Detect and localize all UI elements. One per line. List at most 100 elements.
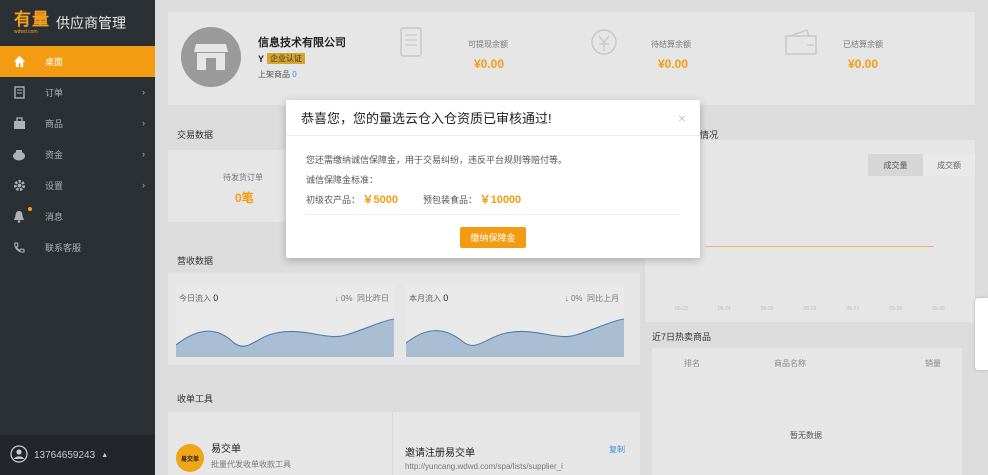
dialog-title: 恭喜您，您的量选云仓入仓资质已审核通过!	[286, 100, 700, 136]
user-phone: 13764659243	[34, 449, 96, 461]
divider	[392, 412, 393, 475]
month-wave	[406, 318, 624, 357]
sidebar: 有量 wdwd.com 供应商管理 桌面 订单 › 商品 › 资金 › 设置 ›…	[0, 0, 155, 475]
month-compare-label: 同比上月	[587, 294, 619, 303]
floating-side-tab[interactable]	[975, 298, 988, 370]
today-inflow: 今日流入 0	[179, 293, 218, 304]
sidebar-item-goods[interactable]: 商品 ›	[0, 108, 155, 139]
logo-text: 有量	[14, 10, 50, 29]
hot-goods-table: 排名 商品名称 销量 暂无数据	[652, 348, 962, 475]
verified-icon: Y	[258, 53, 265, 64]
date-tick: 05-26	[803, 306, 817, 312]
tab-amount[interactable]: 成交额	[923, 154, 975, 176]
tools-card: 易交单 易交单 批量代发收单收款工具 邀请注册易交单 复制 http://yun…	[168, 412, 640, 475]
chevron-right-icon: ›	[142, 180, 145, 190]
unread-dot	[28, 207, 32, 211]
date-axis: 05-23 05-24 05-25 05-26 05-27 05-28 05-2…	[675, 306, 945, 312]
balance-pending-label: 待结算余额	[651, 40, 691, 49]
sidebar-item-label: 资金	[45, 150, 64, 160]
logo-mark: 有量 wdwd.com	[14, 11, 50, 35]
revenue-section-title: 营收数据	[177, 256, 214, 266]
pay-deposit-button[interactable]: 缴纳保障金	[460, 227, 526, 248]
balance-withdrawable-value: ¥0.00	[474, 57, 505, 71]
phone-icon	[12, 241, 26, 255]
month-change: ↓ 0%	[564, 294, 583, 303]
dialog-body: 您还需缴纳诚信保障金，用于交易纠纷，违反平台规则等赔付等。 诚信保障金标准： 初…	[286, 136, 700, 210]
order-icon	[12, 86, 26, 100]
month-inflow: 本月流入 0	[409, 293, 448, 304]
today-compare-label: 同比昨日	[357, 294, 389, 303]
close-icon[interactable]: ×	[678, 110, 686, 126]
date-tick: 05-28	[889, 306, 903, 312]
money-icon	[12, 148, 26, 162]
date-tick: 05-24	[717, 306, 731, 312]
tab-volume[interactable]: 成交量	[868, 154, 923, 176]
sidebar-item-label: 订单	[45, 88, 64, 98]
sidebar-item-label: 设置	[45, 181, 64, 191]
sidebar-item-messages[interactable]: 消息	[0, 201, 155, 232]
trade-section-title: 交易数据	[177, 130, 214, 140]
pending-orders-value[interactable]: 0笔	[235, 189, 254, 206]
caret-up-icon: ▲	[101, 451, 109, 459]
sidebar-item-funds[interactable]: 资金 ›	[0, 139, 155, 170]
today-inflow-box: 今日流入 0 ↓ 0% 同比昨日	[176, 285, 394, 357]
user-menu[interactable]: 13764659243 ▲	[0, 435, 155, 475]
sidebar-item-label: 桌面	[45, 57, 64, 67]
sidebar-item-desktop[interactable]: 桌面	[0, 46, 155, 77]
logo[interactable]: 有量 wdwd.com 供应商管理	[0, 0, 155, 46]
yijiaodan-desc: 批量代发收单收款工具	[211, 460, 291, 469]
pending-orders-label[interactable]: 待发货订单	[223, 172, 263, 183]
cat1-price: ￥5000	[362, 194, 399, 206]
dialog-line-1: 您还需缴纳诚信保障金，用于交易纠纷，违反平台规则等赔付等。	[306, 155, 568, 165]
company-name: 信息技术有限公司	[258, 37, 346, 49]
col-sales: 销量	[925, 359, 941, 368]
chevron-right-icon: ›	[142, 87, 145, 97]
goods-count[interactable]: 上架商品 0	[258, 69, 297, 80]
home-icon	[12, 55, 26, 69]
deposit-standards: 初级农产品： ￥5000 预包装食品： ￥10000	[306, 190, 680, 210]
logo-sub: wdwd.com	[14, 29, 38, 35]
store-avatar-icon	[181, 27, 241, 87]
settled-wallet-icon	[785, 29, 817, 58]
chevron-right-icon: ›	[142, 118, 145, 128]
account-card: 信息技术有限公司 Y 企业认证 上架商品 0 可提现余额 ¥0.00 待结算余额…	[168, 12, 975, 105]
pending-settle-icon	[588, 27, 620, 60]
today-wave	[176, 318, 394, 357]
sidebar-item-support[interactable]: 联系客服	[0, 232, 155, 263]
today-inflow-value: 0	[213, 293, 219, 303]
user-avatar-icon	[10, 444, 28, 466]
verified-label: 企业认证	[267, 53, 306, 64]
goods-count-label: 上架商品	[258, 70, 290, 79]
today-inflow-label: 今日流入	[179, 294, 211, 303]
invite-title: 邀请注册易交单	[405, 448, 475, 459]
sidebar-item-label: 商品	[45, 119, 64, 129]
yijiaodan-name[interactable]: 易交单	[211, 440, 241, 455]
tools-section-title: 收单工具	[177, 394, 214, 404]
empty-state: 暂无数据	[790, 431, 822, 440]
date-tick: 05-23	[675, 306, 688, 312]
today-compare: ↓ 0% 同比昨日	[335, 293, 389, 304]
month-inflow-box: 本月流入 0 ↓ 0% 同比上月	[406, 285, 624, 357]
balance-settled-value: ¥0.00	[848, 57, 879, 71]
sidebar-item-orders[interactable]: 订单 ›	[0, 77, 155, 108]
today-change: ↓ 0%	[334, 294, 353, 303]
sidebar-item-label: 消息	[45, 212, 64, 222]
month-compare: ↓ 0% 同比上月	[565, 293, 619, 304]
goods-icon	[12, 117, 26, 131]
chevron-right-icon: ›	[142, 149, 145, 159]
col-rank: 排名	[684, 359, 700, 368]
sidebar-item-settings[interactable]: 设置 ›	[0, 170, 155, 201]
invite-url[interactable]: http://yuncang.wdwd.com/spa/lists/suppli…	[405, 462, 635, 471]
gear-icon	[12, 179, 26, 193]
copy-button[interactable]: 复制	[609, 444, 625, 455]
goods-count-value: 0	[292, 70, 297, 79]
sidebar-item-label: 联系客服	[45, 243, 82, 253]
bell-icon	[12, 210, 26, 224]
verified-badge: Y 企业认证	[258, 53, 306, 64]
month-inflow-label: 本月流入	[409, 294, 441, 303]
cat2-price: ￥10000	[479, 194, 522, 206]
dialog-divider	[306, 214, 680, 215]
sales-line	[705, 246, 934, 247]
hot-goods-title: 近7日热卖商品	[652, 332, 712, 342]
date-tick: 05-25	[760, 306, 774, 312]
